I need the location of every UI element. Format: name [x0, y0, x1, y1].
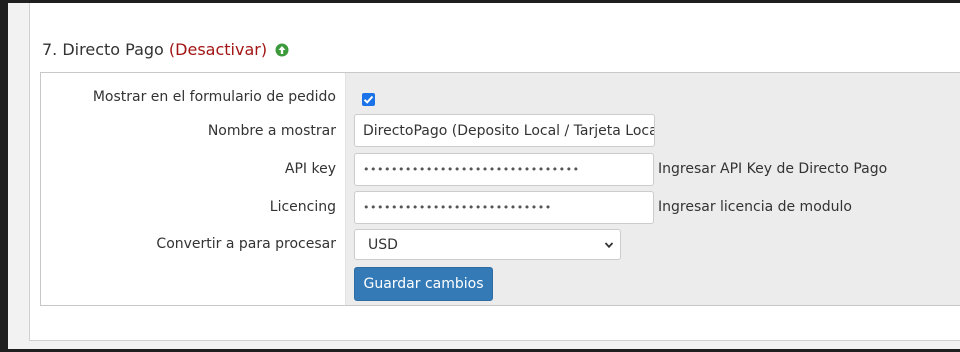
api-key-help: Ingresar API Key de Directo Pago — [658, 161, 888, 177]
api-key-input[interactable]: ••••••••••••••••••••••••••••••• — [354, 153, 654, 186]
section-title: 7. Directo Pago (Desactivar) — [42, 40, 289, 59]
content-frame: 7. Directo Pago (Desactivar) Mostrar en … — [8, 3, 960, 349]
show-on-order-form-label: Mostrar en el formulario de pedido — [92, 89, 336, 105]
gateway-panel: 7. Directo Pago (Desactivar) Mostrar en … — [29, 3, 960, 341]
show-on-order-form-checkbox[interactable] — [362, 93, 375, 106]
licencing-input[interactable]: ••••••••••••••••••••••••••• — [354, 191, 654, 224]
api-key-label: API key — [284, 161, 336, 177]
gateway-name: 7. Directo Pago — [42, 40, 164, 59]
display-name-label: Nombre a mostrar — [207, 123, 336, 139]
licencing-label: Licencing — [269, 199, 336, 215]
convert-currency-value: USD — [368, 236, 398, 253]
save-changes-button[interactable]: Guardar cambios — [354, 267, 493, 301]
convert-currency-select[interactable]: USD — [354, 229, 621, 260]
checkmark-icon — [363, 95, 374, 104]
settings-table: Mostrar en el formulario de pedido Nombr… — [40, 72, 960, 306]
convert-currency-label: Convertir a para procesar — [156, 236, 336, 252]
licencing-help: Ingresar licencia de modulo — [658, 199, 852, 215]
display-name-input[interactable]: DirectoPago (Deposito Local / Tarjeta Lo… — [354, 114, 655, 147]
arrow-up-circle-icon[interactable] — [275, 42, 289, 57]
deactivate-link[interactable]: (Desactivar) — [169, 40, 267, 59]
chevron-down-icon — [604, 242, 614, 249]
labels-column — [41, 73, 346, 305]
